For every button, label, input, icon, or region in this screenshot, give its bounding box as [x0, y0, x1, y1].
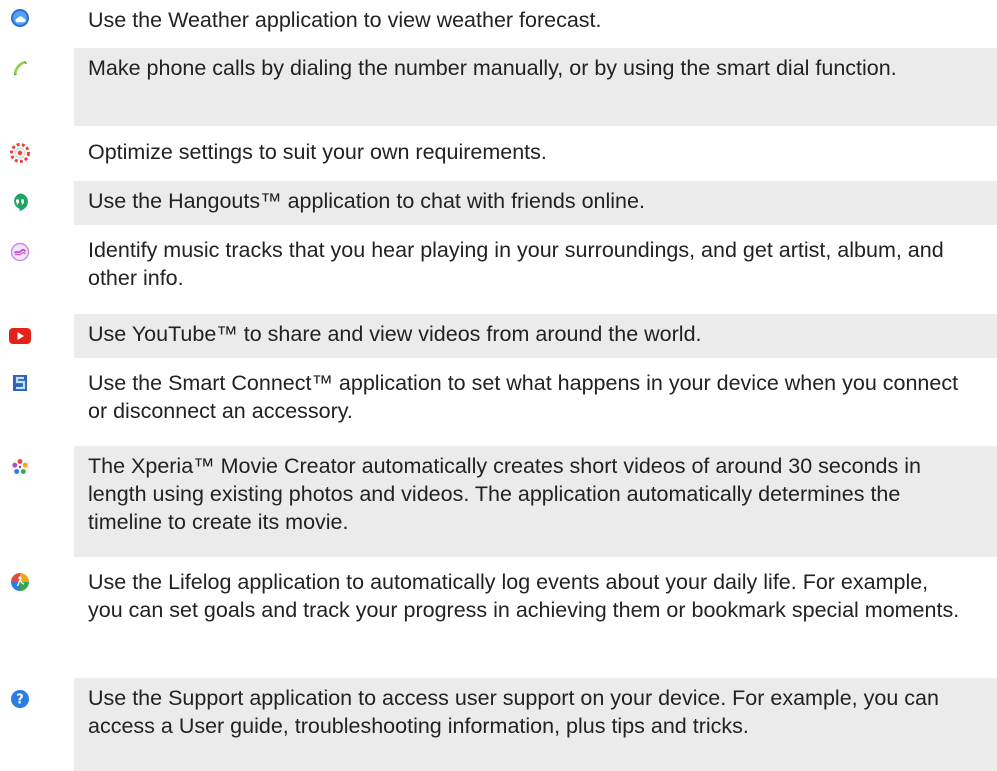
hangouts-icon — [10, 192, 30, 212]
item-text: Optimize settings to suit your own requi… — [88, 140, 547, 164]
item-text: Use the Lifelog application to automatic… — [88, 570, 960, 622]
phone-icon — [10, 58, 30, 78]
list-item-phone: Make phone calls by dialing the number m… — [0, 48, 997, 126]
item-text: Use the Hangouts™ application to chat wi… — [88, 189, 645, 213]
item-text: Make phone calls by dialing the number m… — [88, 56, 897, 80]
lifelog-icon — [10, 572, 30, 592]
item-text: Use YouTube™ to share and view videos fr… — [88, 322, 702, 346]
item-text: Use the Smart Connect™ application to se… — [88, 371, 959, 423]
list-item-settings: Optimize settings to suit your own requi… — [0, 132, 997, 176]
support-icon: ? — [10, 689, 30, 709]
trackid-icon — [10, 242, 30, 262]
item-text: Use the Support application to access us… — [88, 686, 939, 738]
list-item-support: ? Use the Support application to access … — [0, 678, 997, 771]
item-text: Identify music tracks that you hear play… — [88, 238, 944, 290]
list-item-youtube: Use YouTube™ to share and view videos fr… — [0, 314, 997, 358]
item-text: Use the Weather application to view weat… — [88, 8, 602, 32]
list-item-lifelog: Use the Lifelog application to automatic… — [0, 562, 997, 673]
list-item-smart-connect: Use the Smart Connect™ application to se… — [0, 363, 997, 441]
youtube-icon — [8, 326, 32, 346]
list-item-trackid: Identify music tracks that you hear play… — [0, 230, 997, 308]
item-text: The Xperia™ Movie Creator automatically … — [88, 454, 921, 534]
movie-creator-icon — [10, 457, 30, 477]
svg-text:?: ? — [16, 693, 24, 708]
list-item-hangouts: Use the Hangouts™ application to chat wi… — [0, 181, 997, 225]
weather-icon — [10, 8, 30, 28]
smart-connect-icon — [10, 373, 30, 393]
list-item-movie-creator: The Xperia™ Movie Creator automatically … — [0, 446, 997, 557]
list-item-weather: Use the Weather application to view weat… — [0, 0, 997, 44]
settings-icon — [10, 143, 30, 163]
